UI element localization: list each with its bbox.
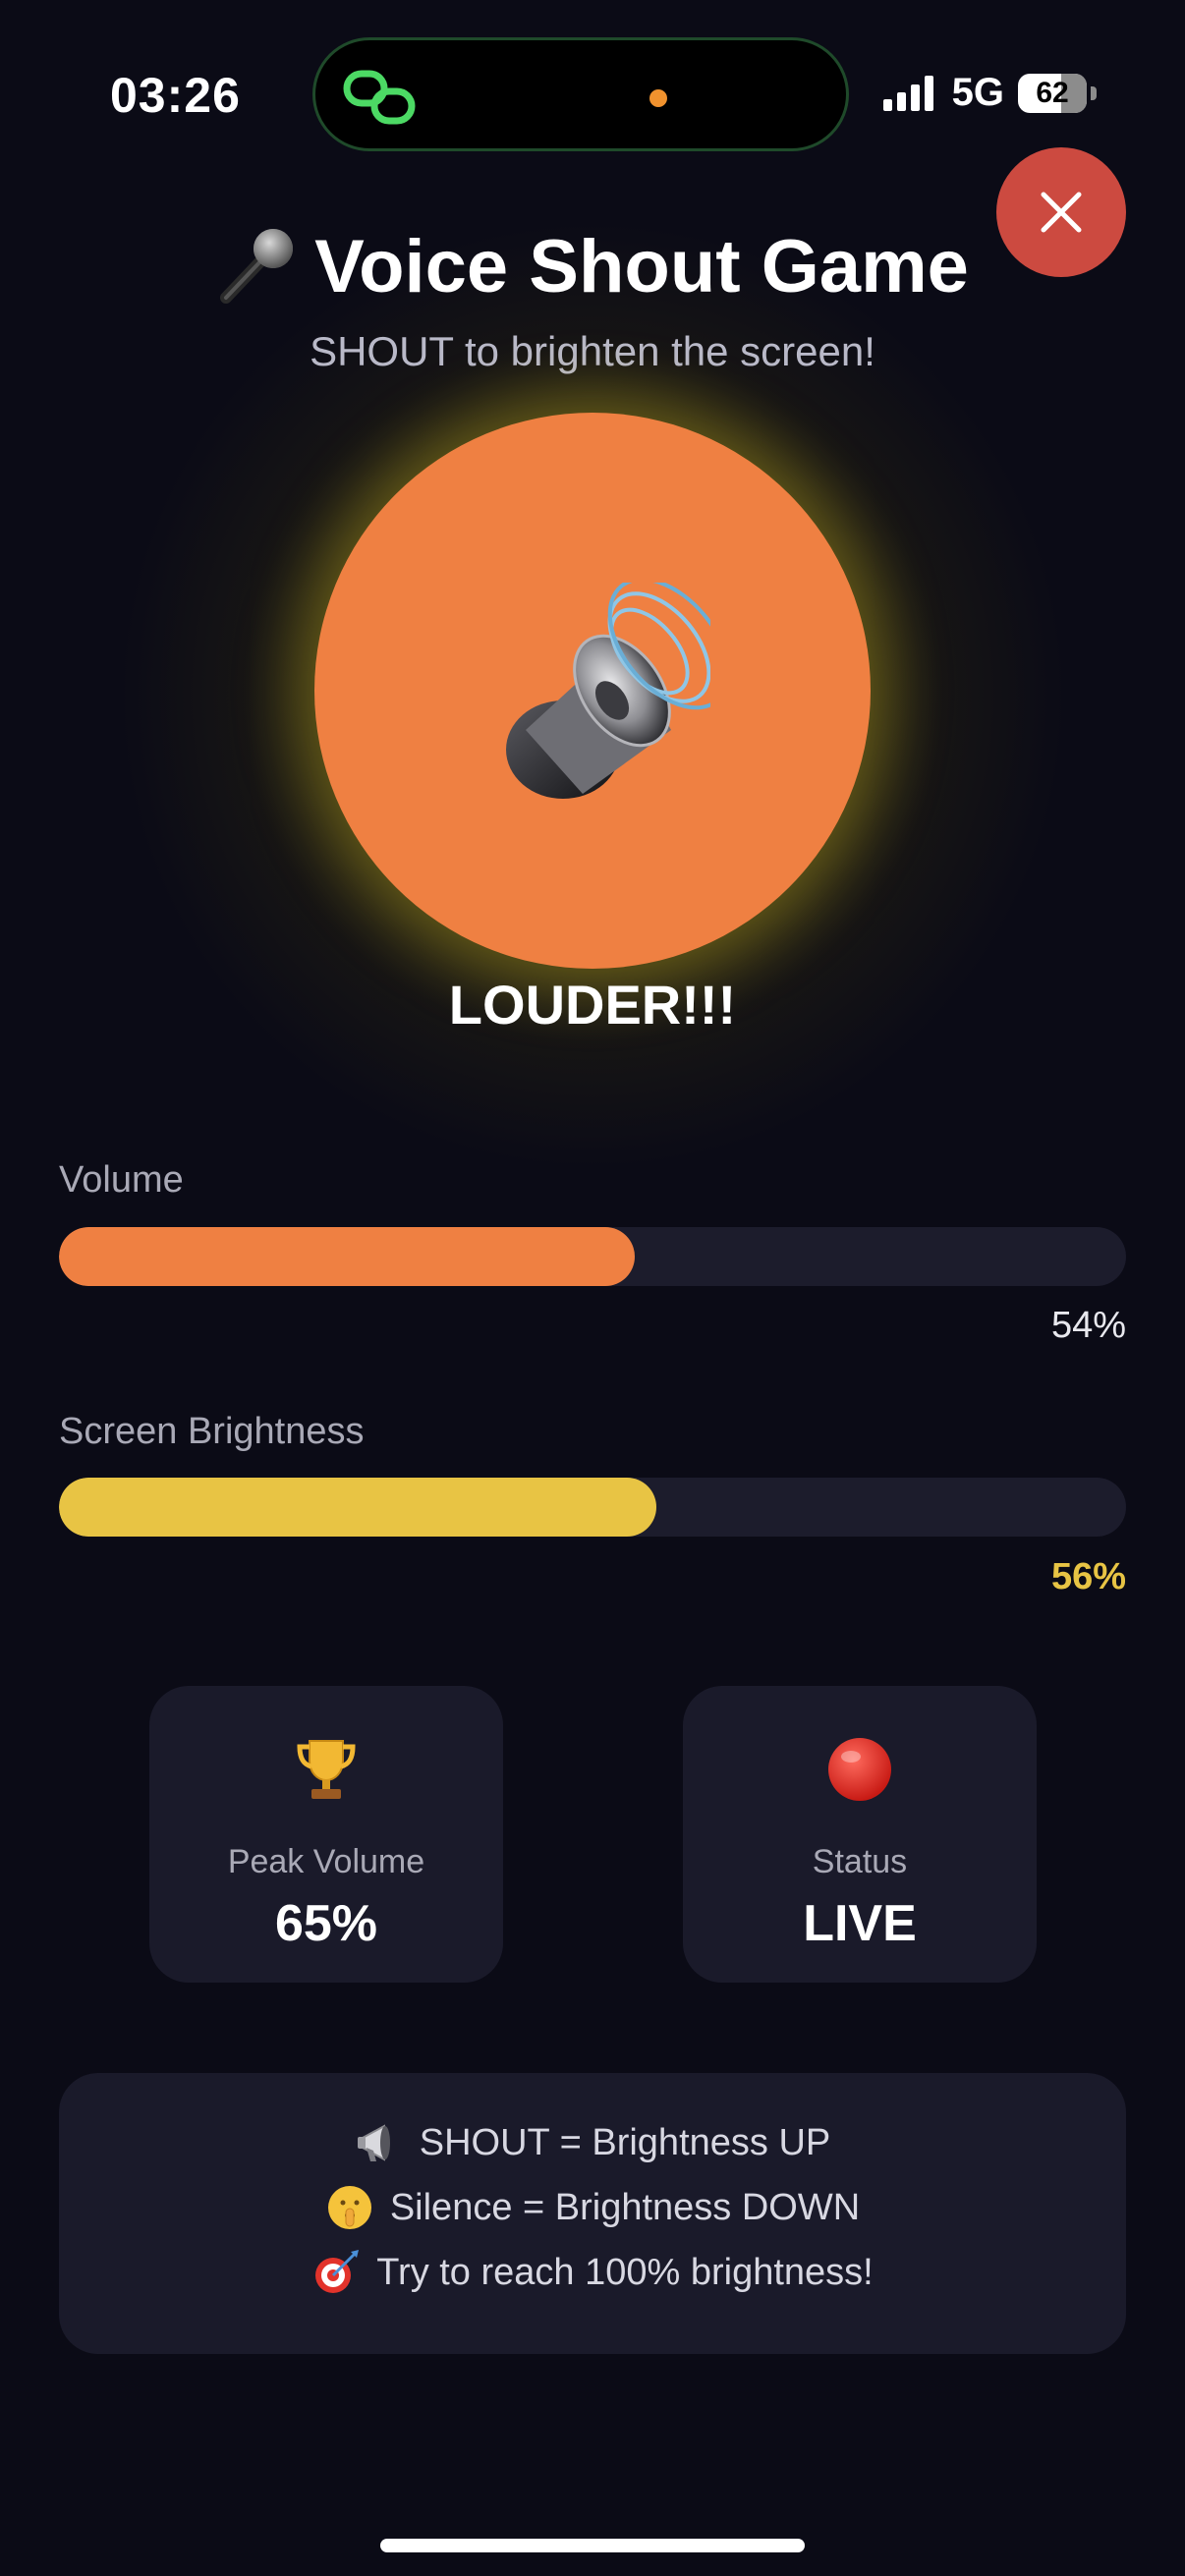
- battery-tip: [1091, 85, 1097, 100]
- network-label: 5G: [951, 71, 1004, 114]
- cellular-signal-icon: [882, 75, 933, 111]
- megaphone-icon: [357, 2124, 390, 2161]
- volume-meter-fill: [59, 1227, 636, 1286]
- instruction-shout: SHOUT = Brightness UP: [59, 2118, 1126, 2167]
- shout-prompt: LOUDER!!!: [448, 974, 737, 1036]
- peak-volume-label: Peak Volume: [227, 1843, 425, 1880]
- microphone-icon: [220, 229, 294, 304]
- instruction-silence: Silence = Brightness DOWN: [59, 2183, 1126, 2232]
- volume-value: 54%: [1050, 1305, 1126, 1346]
- battery-level: 62: [1036, 76, 1069, 109]
- volume-meter: [59, 1227, 1126, 1286]
- battery-icon: 62: [1018, 73, 1087, 113]
- instruction-silence-text: Silence = Brightness DOWN: [389, 2186, 861, 2228]
- instruction-shout-text: SHOUT = Brightness UP: [419, 2121, 831, 2163]
- status-indicators: 5G 62: [882, 71, 1097, 115]
- loud-speaker-icon: [506, 583, 710, 799]
- instructions-panel: SHOUT = Brightness UP Silence = Brightne…: [59, 2073, 1126, 2354]
- target-icon: [315, 2250, 360, 2293]
- peak-volume-value: 65%: [274, 1895, 378, 1952]
- status-card: Status LIVE: [683, 1686, 1037, 1983]
- peak-volume-card: Peak Volume 65%: [149, 1686, 503, 1983]
- shushing-face-icon: [327, 2186, 371, 2229]
- red-circle-icon: [828, 1738, 891, 1801]
- title-text: Voice Shout Game: [314, 225, 969, 308]
- brightness-value: 56%: [1050, 1556, 1126, 1597]
- instruction-goal-text: Try to reach 100% brightness!: [376, 2251, 874, 2293]
- instruction-goal: Try to reach 100% brightness!: [59, 2248, 1126, 2297]
- recording-dot: [649, 89, 667, 107]
- trophy-icon: [297, 1740, 356, 1799]
- subtitle: SHOUT to brighten the screen!: [310, 328, 875, 374]
- page-title: Voice Shout Game: [0, 224, 1185, 309]
- status-value: LIVE: [803, 1895, 917, 1952]
- status-time: 03:26: [110, 68, 241, 123]
- app-screen: 03:26 5G 62 Voice Shout Game SHOUT to br…: [0, 0, 1185, 2576]
- home-indicator[interactable]: [380, 2539, 805, 2552]
- dynamic-island[interactable]: [312, 37, 849, 151]
- volume-label: Volume: [59, 1159, 184, 1201]
- brightness-meter: [59, 1478, 1126, 1537]
- link-app-icon: [343, 70, 416, 125]
- status-label: Status: [812, 1843, 908, 1880]
- brightness-meter-fill: [59, 1478, 657, 1537]
- brightness-label: Screen Brightness: [59, 1411, 365, 1452]
